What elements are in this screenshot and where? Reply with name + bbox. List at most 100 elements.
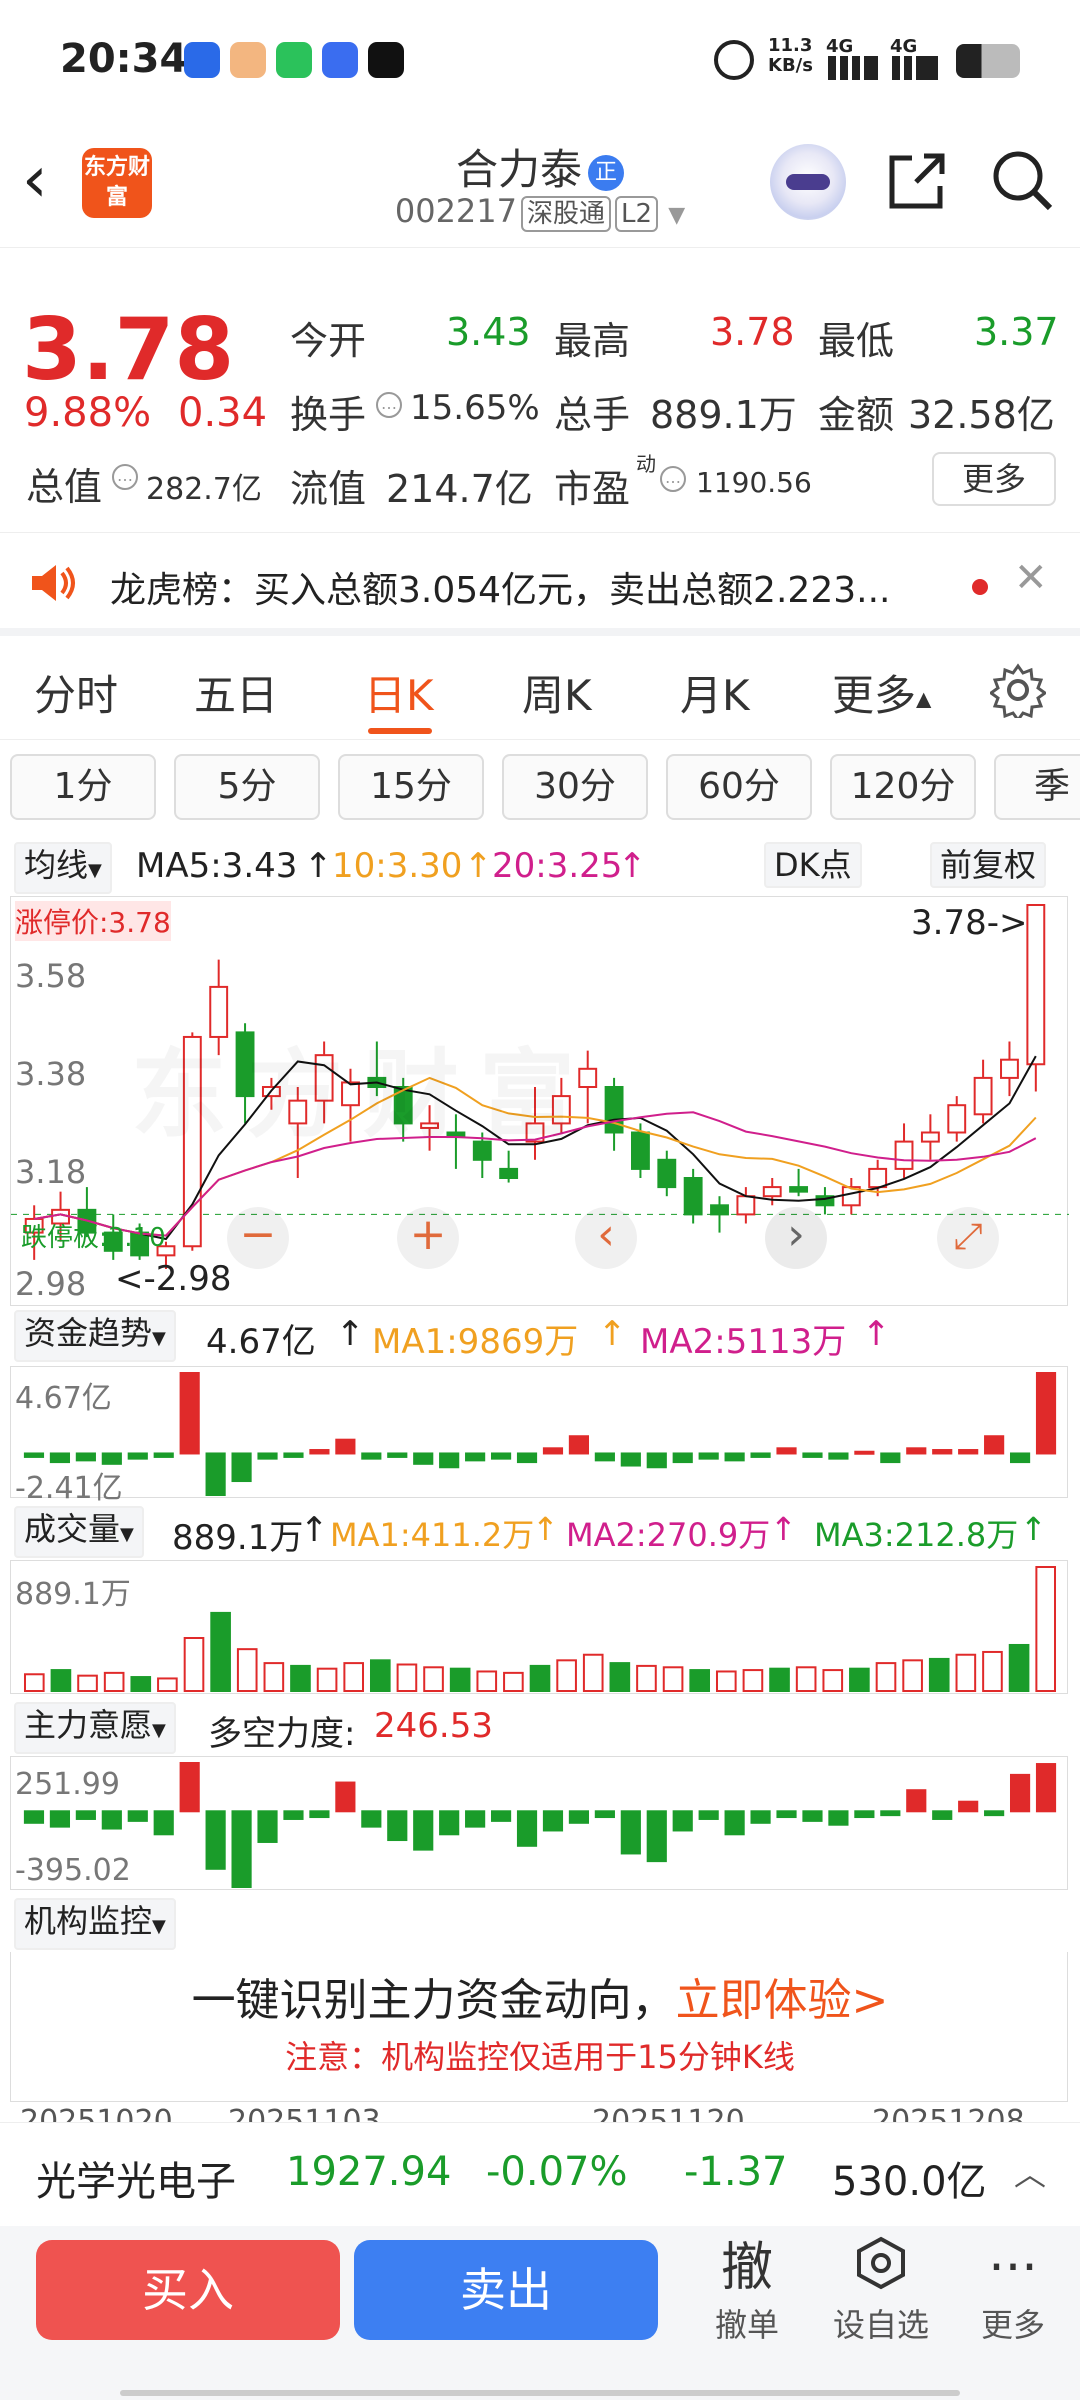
tab-more[interactable]: 更多▲ [832, 662, 931, 723]
fund-trend-dropdown[interactable]: 资金趋势▼ [14, 1310, 176, 1362]
tab-weekly-k[interactable]: 周K [522, 662, 592, 723]
search-icon[interactable] [990, 148, 1054, 212]
tab-five-day[interactable]: 五日 [194, 662, 278, 723]
fund-trend-value: 4.67亿 [206, 1322, 316, 1362]
info-icon[interactable]: … [112, 464, 138, 490]
pan-left-icon[interactable]: ‹ [575, 1207, 637, 1269]
dragon-tiger-notice[interactable]: 龙虎榜：买入总额3.054亿元，卖出总额2.223... ✕ [0, 532, 1080, 636]
fund-y-bottom: -2.41亿 [15, 1471, 123, 1506]
period-15min[interactable]: 15分 [338, 754, 484, 820]
index-amount: 530.0亿 [832, 2159, 987, 2205]
bar [316, 1667, 338, 1693]
kline-chart[interactable]: 东方财富 涨停价:3.78 3.58 3.38 3.18 2.98 3.78->… [10, 896, 1069, 1306]
index-ticker[interactable]: 光学光电子 1927.94 -0.07% -1.37 530.0亿 ︿ [0, 2122, 1080, 2226]
tab-intraday[interactable]: 分时 [34, 662, 118, 723]
bar [387, 1810, 408, 1842]
period-quarter[interactable]: 季 [994, 754, 1080, 820]
bar [646, 1452, 667, 1469]
ma20-arrow: ↑ [618, 846, 647, 886]
period-30min[interactable]: 30分 [502, 754, 648, 820]
date-4: 20251208 [872, 2104, 1025, 2122]
fund-ma2-arrow: ↑ [862, 1314, 891, 1354]
bar [439, 1452, 460, 1469]
cancel-order-button[interactable]: 撤撤单 [692, 2236, 802, 2346]
bar [880, 1452, 901, 1464]
more-button[interactable]: ··· 更多 [958, 2236, 1068, 2346]
gear-icon[interactable] [990, 662, 1046, 718]
fullscreen-icon[interactable]: ⤢ [937, 1207, 999, 1269]
bar [1035, 1763, 1057, 1813]
fund-ma1-arrow: ↑ [598, 1314, 627, 1354]
zoom-out-icon[interactable]: − [227, 1207, 289, 1269]
fund-ma2: MA2:5113万 [640, 1322, 847, 1362]
period-1min[interactable]: 1分 [10, 754, 156, 820]
volume-ma1: MA1:411.2万 [330, 1516, 535, 1554]
volume-chart[interactable]: 889.1万 [10, 1560, 1068, 1694]
dk-point-button[interactable]: DK点 [764, 842, 862, 888]
fund-trend-chart[interactable]: 4.67亿 -2.41亿 [10, 1366, 1068, 1506]
bar [594, 1810, 615, 1819]
candle-body [762, 1186, 782, 1198]
bar [776, 1810, 797, 1819]
bar [309, 1810, 330, 1819]
adjust-button[interactable]: 前复权 [930, 842, 1047, 888]
candle-body [499, 1167, 519, 1179]
close-icon[interactable]: ✕ [1014, 555, 1048, 601]
institution-label: 机构监控 [24, 1902, 153, 1940]
pan-right-icon[interactable]: › [765, 1207, 827, 1269]
institution-dropdown[interactable]: 机构监控▼ [14, 1898, 176, 1950]
share-icon[interactable] [886, 150, 948, 212]
battery-icon [956, 44, 1020, 78]
bar [257, 1452, 278, 1460]
volume-value: 889.1万 [650, 393, 797, 437]
bar [153, 1810, 174, 1836]
volume-dropdown[interactable]: 成交量▼ [14, 1506, 144, 1558]
bar [636, 1664, 657, 1693]
l2-tag: L2 [615, 196, 659, 232]
clock: 20:34 [60, 36, 188, 82]
alarm-icon [714, 40, 754, 80]
period-60min[interactable]: 60分 [666, 754, 812, 820]
bar [127, 1810, 148, 1822]
turnover-info-icon[interactable]: … [376, 392, 402, 418]
expand-up-icon[interactable]: ︿ [1014, 2149, 1046, 2195]
more-quote-button[interactable]: 更多 [932, 452, 1056, 506]
period-5min[interactable]: 5分 [174, 754, 320, 820]
add-watchlist-button[interactable]: 设自选 [826, 2236, 936, 2346]
amount-value: 32.58亿 [908, 393, 1055, 437]
ai-robot-icon[interactable] [770, 144, 846, 220]
period-120min[interactable]: 120分 [830, 754, 976, 820]
date-3: 20251120 [592, 2104, 745, 2122]
bar [413, 1810, 434, 1851]
volume-y-top: 889.1万 [15, 1577, 131, 1612]
main-force-chart[interactable]: 251.99 -395.02 [10, 1756, 1068, 1890]
low-label: 最低 [818, 319, 895, 363]
bar [928, 1657, 950, 1692]
bar [490, 1810, 512, 1822]
sgt-tag: 深股通 [521, 196, 612, 232]
limit-up-label: 涨停价:3.78 [15, 901, 171, 941]
buy-button[interactable]: 买入 [36, 2240, 340, 2340]
ma10-value: 10:3.30 [332, 846, 463, 886]
bar [568, 1810, 590, 1824]
bar [849, 1667, 870, 1693]
status-bar: 20:34 11.3 KB/s 4G 4G [0, 0, 1080, 120]
tab-monthly-k[interactable]: 月K [680, 662, 750, 723]
bar [958, 1449, 979, 1455]
ma5-arrow: ↑ [304, 846, 333, 886]
bar [698, 1810, 719, 1820]
sell-button[interactable]: 卖出 [354, 2240, 658, 2340]
stock-code: 002217 [394, 192, 517, 230]
pe-info-icon[interactable]: … [660, 466, 686, 492]
bar [283, 1452, 304, 1458]
bar [828, 1810, 849, 1826]
ma5-value: MA5:3.43 [136, 846, 298, 886]
bar [750, 1452, 771, 1458]
try-now-link[interactable]: 立即体验> [676, 1975, 889, 2026]
bar [662, 1666, 684, 1693]
main-force-dropdown[interactable]: 主力意愿▼ [14, 1702, 176, 1754]
zoom-in-icon[interactable]: + [397, 1207, 459, 1269]
tab-daily-k[interactable]: 日K [364, 662, 434, 723]
ma-dropdown[interactable]: 均线▼ [14, 842, 112, 894]
bar [672, 1452, 693, 1464]
